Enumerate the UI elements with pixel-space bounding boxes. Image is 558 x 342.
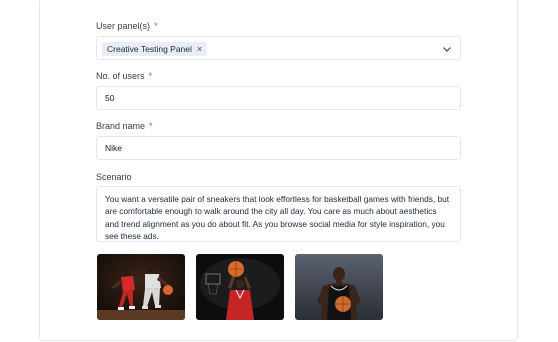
ad-image-3-graphic [295,254,383,320]
ad-image-1-graphic [97,254,185,320]
scenario-label: Scenario [96,172,132,182]
required-marker: * [149,121,153,131]
basketball-shooter-ad-image[interactable] [196,254,284,320]
user-panels-label: User panel(s) * [96,21,158,31]
user-panels-select[interactable]: Creative Testing Panel × [96,36,461,60]
ad-image-2-graphic [196,254,284,320]
scenario-label-text: Scenario [96,172,132,182]
brand-name-input[interactable]: Nike [96,136,461,160]
basketball-players-red-ad-image[interactable] [97,254,185,320]
chip-remove-icon[interactable]: × [197,44,202,54]
scenario-value: You want a versatile pair of sneakers th… [105,194,450,241]
brand-name-label-text: Brand name [96,121,146,131]
scenario-textarea[interactable]: You want a versatile pair of sneakers th… [96,186,461,242]
num-users-label-text: No. of users [96,71,145,81]
user-panels-label-text: User panel(s) [96,21,151,31]
brand-name-label: Brand name * [96,121,153,131]
chevron-down-icon[interactable] [442,44,452,54]
num-users-value: 50 [105,93,115,103]
num-users-input[interactable]: 50 [96,86,461,110]
panel-chip: Creative Testing Panel × [102,42,208,56]
num-users-label: No. of users * [96,71,152,81]
brand-name-value: Nike [105,143,123,153]
basketball-player-portrait-ad-image[interactable] [295,254,383,320]
required-marker: * [154,21,158,31]
required-marker: * [148,71,153,81]
panel-chip-label: Creative Testing Panel [107,44,192,54]
